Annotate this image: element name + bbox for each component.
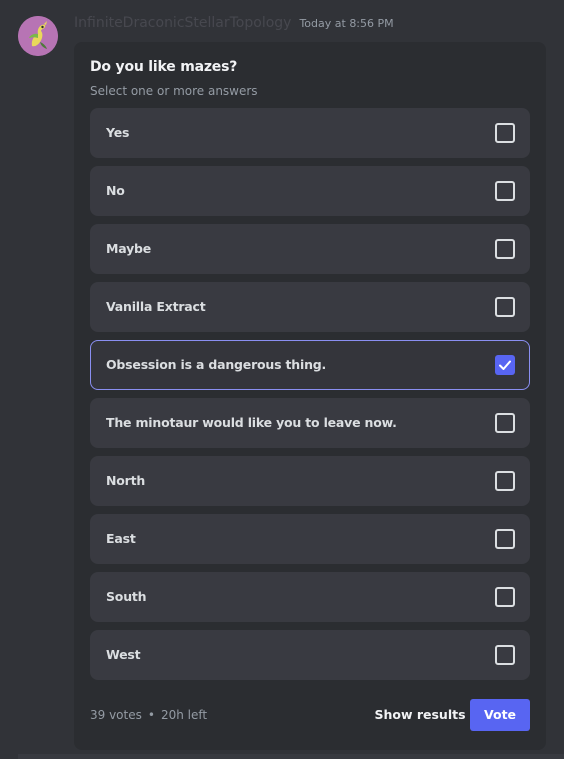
message-header: InfiniteDraconicStellarTopology Today at… (74, 15, 394, 35)
poll-answer-label: East (106, 531, 136, 546)
checkbox-icon[interactable] (495, 587, 515, 607)
poll-answer[interactable]: West (90, 630, 530, 680)
poll-answer-label: North (106, 473, 146, 488)
poll-answer-label: Yes (106, 125, 130, 140)
vote-button[interactable]: Vote (470, 699, 530, 731)
user-avatar[interactable] (18, 16, 58, 56)
poll-answer[interactable]: East (90, 514, 530, 564)
poll-answer[interactable]: Maybe (90, 224, 530, 274)
time-left: 20h left (160, 708, 208, 722)
poll-answer[interactable]: Vanilla Extract (90, 282, 530, 332)
poll-meta: 39 votes • 20h left (90, 699, 207, 731)
dragon-avatar-icon (18, 16, 58, 56)
checkbox-icon[interactable] (495, 645, 515, 665)
timestamp: Today at 8:56 PM (299, 17, 394, 30)
username[interactable]: InfiniteDraconicStellarTopology (74, 15, 291, 31)
checkbox-icon[interactable] (495, 181, 515, 201)
poll-answer[interactable]: The minotaur would like you to leave now… (90, 398, 530, 448)
separator-dot: • (147, 708, 155, 722)
checkbox-checked-icon[interactable] (495, 355, 515, 375)
poll-message: InfiniteDraconicStellarTopology Today at… (0, 0, 564, 759)
poll-answer[interactable]: No (90, 166, 530, 216)
poll-answer-list: Yes No Maybe Vanilla Extract Obsession is a … (90, 108, 530, 688)
poll-card: Do you like mazes? Select one or more an… (74, 42, 546, 750)
poll-answer-label: Obsession is a dangerous thing. (106, 357, 327, 372)
poll-footer: 39 votes • 20h left Show results Vote (90, 699, 530, 731)
poll-answer[interactable]: South (90, 572, 530, 622)
checkbox-icon[interactable] (495, 239, 515, 259)
poll-answer-label: Vanilla Extract (106, 299, 206, 314)
poll-answer-label: No (106, 183, 125, 198)
poll-answer-label: Maybe (106, 241, 152, 256)
poll-answer-label: South (106, 589, 147, 604)
next-message-edge (18, 754, 564, 759)
vote-count: 39 votes (90, 708, 142, 722)
checkbox-icon[interactable] (495, 413, 515, 433)
checkbox-icon[interactable] (495, 123, 515, 143)
poll-answer[interactable]: Obsession is a dangerous thing. (90, 340, 530, 390)
show-results-button[interactable]: Show results (370, 699, 470, 731)
checkbox-icon[interactable] (495, 471, 515, 491)
poll-answer[interactable]: Yes (90, 108, 530, 158)
checkbox-icon[interactable] (495, 297, 515, 317)
checkbox-icon[interactable] (495, 529, 515, 549)
poll-answer-label: West (106, 647, 141, 662)
poll-question: Do you like mazes? (90, 59, 238, 75)
poll-answer[interactable]: North (90, 456, 530, 506)
poll-answer-label: The minotaur would like you to leave now… (106, 415, 397, 430)
poll-subtitle: Select one or more answers (90, 84, 258, 98)
